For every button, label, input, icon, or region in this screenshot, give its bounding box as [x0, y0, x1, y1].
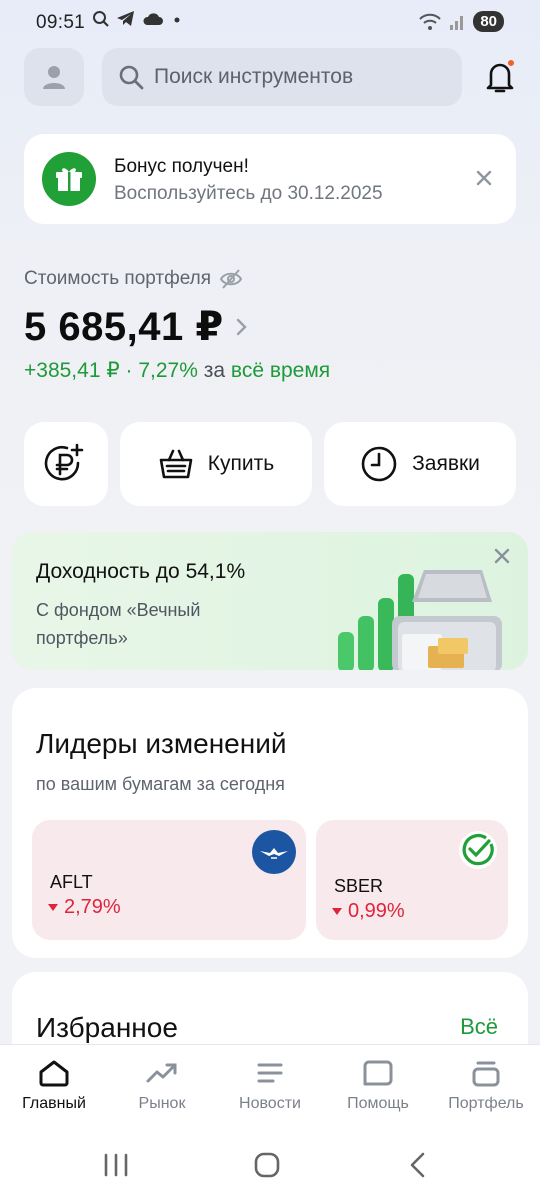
stock-ticker: SBER — [334, 876, 384, 896]
nav-label: Рынок — [138, 1095, 186, 1112]
news-icon — [257, 1063, 283, 1083]
nav-market[interactable]: Рынок — [112, 1059, 212, 1113]
ruble-plus-icon — [44, 443, 84, 481]
nav-help[interactable]: Помощь — [328, 1059, 428, 1113]
promo-subtitle: С фондом «Вечный портфель» — [36, 600, 201, 648]
nav-label: Помощь — [347, 1095, 409, 1112]
leaders-subtitle: по вашим бумагам за сегодня — [36, 774, 285, 794]
basket-icon — [159, 449, 193, 479]
portfolio-change: +385,41 ₽ · 7,27% за всё время — [24, 358, 330, 383]
portfolio-value[interactable]: 5 685,41 ₽ — [24, 304, 248, 350]
stock-change-value: 2,79% — [64, 896, 121, 918]
stock-change: 0,99% — [332, 900, 405, 923]
system-nav-bar — [0, 1130, 540, 1200]
bonus-subtitle: Воспользуйтесь до 30.12.2025 — [114, 183, 383, 204]
nav-news[interactable]: Новости — [220, 1059, 320, 1113]
leaders-title: Лидеры изменений — [36, 728, 287, 759]
notification-dot — [506, 58, 516, 68]
portfolio-label-row: Стоимость портфеля — [24, 268, 243, 290]
clock-icon — [361, 446, 397, 482]
status-bar: 09:51 80 — [0, 0, 540, 46]
search-input[interactable]: Поиск инструментов — [102, 48, 462, 106]
buy-button[interactable]: Купить — [120, 422, 312, 506]
user-icon — [43, 66, 65, 89]
portfolio-change-mid: за — [203, 359, 226, 382]
down-arrow-icon — [332, 908, 342, 915]
fund-illustration — [338, 570, 502, 670]
close-icon — [476, 170, 492, 186]
recent-apps-icon[interactable] — [102, 1152, 130, 1178]
back-icon[interactable] — [408, 1151, 428, 1179]
promo-close-button[interactable] — [488, 542, 516, 570]
search-status-icon — [93, 11, 109, 27]
dot-icon — [174, 17, 180, 23]
stock-ticker: AFLT — [50, 872, 93, 892]
bottom-nav: Главный Рынок Новости Помощь Портфель — [0, 1044, 540, 1130]
telegram-icon — [117, 11, 134, 26]
trend-icon — [146, 1063, 177, 1083]
bonus-banner[interactable]: Бонус получен! Воспользуйтесь до 30.12.2… — [24, 134, 516, 224]
wifi-icon — [419, 13, 442, 30]
chat-icon — [363, 1060, 393, 1086]
portfolio-value-text: 5 685,41 ₽ — [24, 305, 224, 349]
home-icon — [39, 1060, 69, 1087]
stock-change: 2,79% — [48, 896, 121, 919]
signal-icon — [450, 15, 464, 30]
favorites-all-link[interactable]: Всё — [460, 1014, 498, 1040]
orders-label: Заявки — [412, 452, 480, 475]
stock-card-sber[interactable]: SBER 0,99% — [316, 820, 508, 940]
leaders-card: Лидеры изменений по вашим бумагам за сег… — [12, 688, 528, 958]
bonus-close-button[interactable] — [470, 164, 498, 192]
cloud-icon — [143, 13, 163, 25]
nav-label: Главный — [22, 1095, 86, 1112]
aeroflot-logo-icon — [252, 830, 296, 874]
chevron-right-icon — [236, 318, 247, 336]
portfolio-change-period[interactable]: всё время — [231, 359, 330, 382]
battery-indicator: 80 — [473, 11, 504, 32]
close-icon — [494, 548, 510, 564]
buy-label: Купить — [207, 452, 275, 475]
notifications-button[interactable] — [478, 52, 522, 102]
favorites-title: Избранное — [36, 1012, 178, 1043]
status-time: 09:51 — [36, 12, 86, 33]
home-button-icon[interactable] — [253, 1151, 281, 1179]
stock-change-value: 0,99% — [348, 900, 405, 922]
gift-icon — [42, 152, 96, 206]
orders-button[interactable]: Заявки — [324, 422, 516, 506]
sber-logo-icon — [459, 831, 497, 869]
top-up-button[interactable] — [24, 422, 108, 506]
wallet-icon — [472, 1061, 500, 1087]
bonus-title: Бонус получен! — [114, 156, 249, 177]
nav-home[interactable]: Главный — [4, 1059, 104, 1113]
promo-title: Доходность до 54,1% — [36, 560, 246, 583]
down-arrow-icon — [48, 904, 58, 911]
portfolio-change-value: +385,41 ₽ · 7,27% — [24, 359, 198, 382]
search-placeholder: Поиск инструментов — [154, 65, 354, 88]
portfolio-label: Стоимость портфеля — [24, 268, 212, 289]
search-icon — [119, 65, 144, 90]
nav-label: Портфель — [448, 1095, 524, 1112]
stock-card-aflt[interactable]: AFLT 2,79% — [32, 820, 306, 940]
eye-off-icon[interactable] — [219, 268, 243, 290]
nav-label: Новости — [239, 1095, 301, 1112]
promo-banner[interactable]: Доходность до 54,1% С фондом «Вечный пор… — [12, 532, 528, 670]
nav-portfolio[interactable]: Портфель — [436, 1059, 536, 1113]
profile-avatar-button[interactable] — [24, 48, 84, 106]
